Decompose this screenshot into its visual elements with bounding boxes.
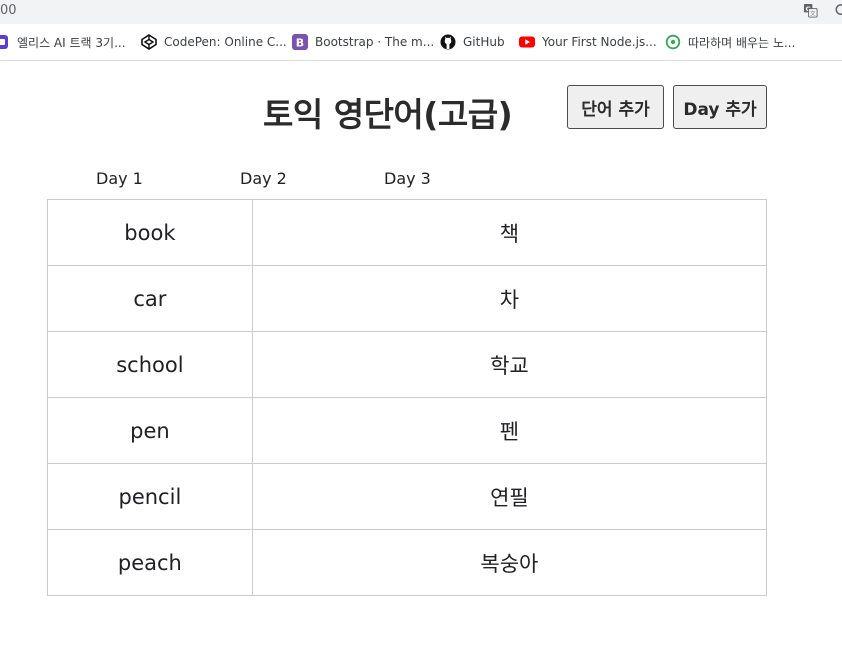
english-word-cell: peach: [47, 529, 253, 596]
table-row: peach 복숭아: [47, 529, 768, 596]
english-word-cell: book: [47, 199, 253, 266]
translate-icon[interactable]: G 文: [803, 3, 818, 18]
day-tab-1[interactable]: Day 1: [96, 169, 143, 188]
svg-text:B: B: [296, 37, 304, 50]
github-icon: [440, 34, 456, 50]
bookmark-label: Bootstrap · The m...: [315, 35, 435, 49]
table-row: pencil 연필: [47, 463, 768, 530]
zoom-icon[interactable]: [834, 3, 842, 18]
day-tab-3[interactable]: Day 3: [384, 169, 431, 188]
bookmark-label: 엘리스 AI 트랙 3기...: [17, 35, 126, 50]
table-row: school 학교: [47, 331, 768, 398]
korean-meaning-cell: 책: [251, 199, 768, 266]
bookmark-github[interactable]: GitHub: [440, 33, 505, 51]
bookmark-codepen[interactable]: CodePen: Online C...: [141, 33, 287, 51]
learning-icon: [665, 34, 681, 50]
bookmark-label: Your First Node.js...: [542, 35, 657, 49]
codepen-icon: [141, 34, 157, 50]
bookmarks-bar: 엘리스 AI 트랙 3기... CodePen: Online C... B B…: [0, 24, 842, 61]
day-tab-2[interactable]: Day 2: [240, 169, 287, 188]
table-row: book 책: [47, 199, 768, 266]
bookmark-label: GitHub: [463, 35, 505, 49]
youtube-icon: [519, 36, 535, 48]
svg-text:文: 文: [810, 10, 816, 18]
table-row: pen 펜: [47, 397, 768, 464]
page-title: 토익 영단어(고급): [263, 95, 513, 134]
korean-meaning-cell: 학교: [251, 331, 768, 398]
english-word-cell: car: [47, 265, 253, 332]
add-day-button[interactable]: Day 추가: [673, 85, 767, 129]
korean-meaning-cell: 연필: [251, 463, 768, 530]
add-word-button[interactable]: 단어 추가: [567, 85, 664, 129]
address-bar[interactable]: 00 G 文: [0, 0, 842, 24]
bookmark-youtube[interactable]: Your First Node.js...: [519, 33, 657, 51]
english-word-cell: school: [47, 331, 253, 398]
bookmark-label: CodePen: Online C...: [164, 35, 287, 49]
english-word-cell: pencil: [47, 463, 253, 530]
bookmark-learning[interactable]: 따라하며 배우는 노...: [665, 33, 795, 51]
bookmark-label: 따라하며 배우는 노...: [688, 35, 796, 50]
elice-icon: [0, 35, 8, 49]
table-row: car 차: [47, 265, 768, 332]
korean-meaning-cell: 펜: [251, 397, 768, 464]
korean-meaning-cell: 복숭아: [251, 529, 768, 596]
korean-meaning-cell: 차: [251, 265, 768, 332]
bootstrap-icon: B: [292, 34, 308, 50]
bookmark-bootstrap[interactable]: B Bootstrap · The m...: [292, 33, 434, 51]
english-word-cell: pen: [47, 397, 253, 464]
bookmark-elice[interactable]: 엘리스 AI 트랙 3기...: [0, 33, 126, 51]
address-text[interactable]: 00: [0, 3, 17, 18]
word-table: book 책 car 차 school 학교 pen 펜 pencil 연필 p…: [47, 199, 768, 596]
